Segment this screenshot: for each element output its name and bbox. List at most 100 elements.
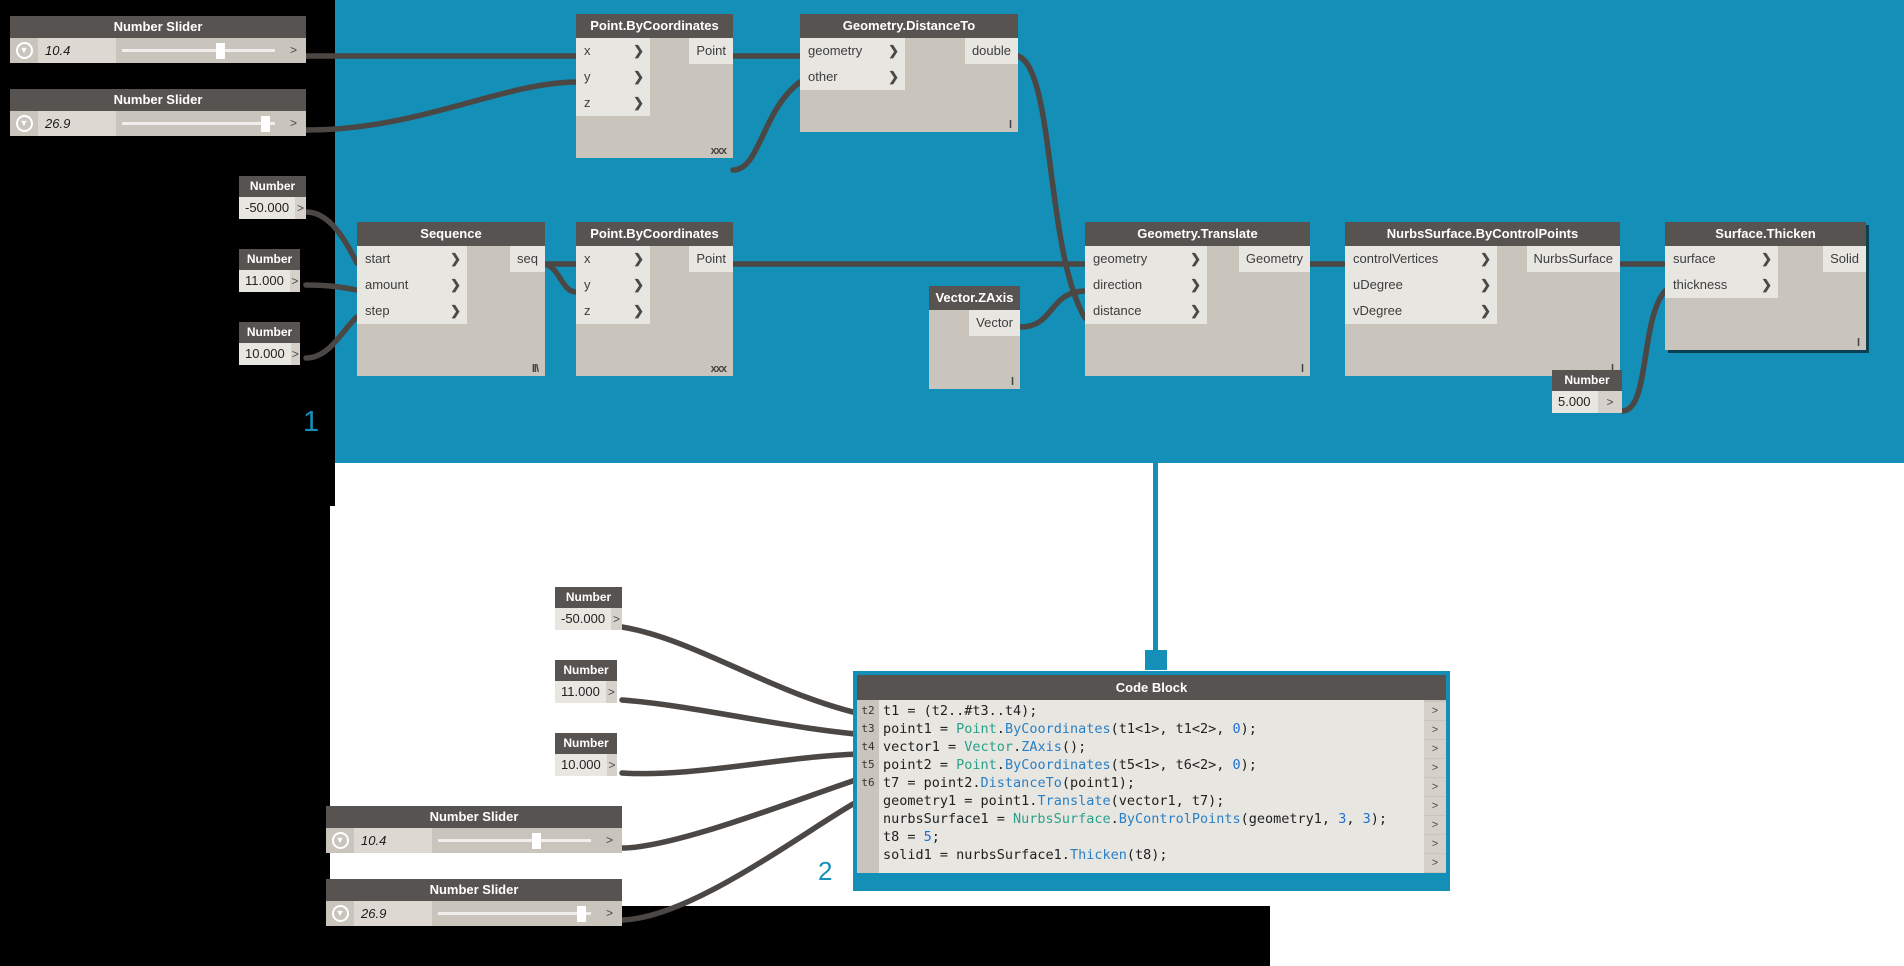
slider-track[interactable] bbox=[432, 901, 597, 926]
slider-thumb[interactable] bbox=[216, 43, 225, 59]
output-port-point[interactable]: Point bbox=[689, 246, 733, 272]
slider-track[interactable] bbox=[432, 828, 597, 853]
output-port[interactable]: > bbox=[597, 901, 622, 926]
number-slider-node-3[interactable]: Number Slider ▼ 10.4 > bbox=[326, 806, 622, 853]
input-port-geometry[interactable]: geometry ❯ bbox=[1085, 246, 1207, 272]
chevron-down-icon[interactable]: ▼ bbox=[326, 901, 354, 926]
input-port-other[interactable]: other ❯ bbox=[800, 64, 905, 90]
output-port[interactable]: > bbox=[606, 681, 617, 703]
number-value[interactable]: 10.000 bbox=[239, 343, 291, 365]
code-line[interactable]: solid1 = nurbsSurface1.Thicken(t8); bbox=[883, 846, 1424, 864]
code-output-port[interactable]: > bbox=[1424, 740, 1446, 758]
input-port-vdegree[interactable]: vDegree ❯ bbox=[1345, 298, 1497, 324]
output-port-geometry[interactable]: Geometry bbox=[1239, 246, 1310, 272]
code-editor[interactable]: t1 = (t2..#t3..t4);point1 = Point.ByCoor… bbox=[879, 700, 1424, 873]
output-port-vector[interactable]: Vector bbox=[969, 310, 1020, 336]
code-output-port[interactable]: > bbox=[1424, 721, 1446, 739]
node-nurbssurface-bycontrolpoints[interactable]: NurbsSurface.ByControlPoints controlVert… bbox=[1345, 222, 1620, 376]
input-port-surface[interactable]: surface ❯ bbox=[1665, 246, 1778, 272]
code-output-port[interactable]: > bbox=[1424, 797, 1446, 815]
output-port-seq[interactable]: seq bbox=[510, 246, 545, 272]
code-line[interactable]: point2 = Point.ByCoordinates(t5<1>, t6<2… bbox=[883, 756, 1424, 774]
output-port-double[interactable]: double bbox=[965, 38, 1018, 64]
output-port[interactable]: > bbox=[597, 828, 622, 853]
node-point-bycoordinates-1[interactable]: Point.ByCoordinates x ❯ y ❯ z ❯ Point xx… bbox=[576, 14, 733, 158]
input-port-amount[interactable]: amount ❯ bbox=[357, 272, 467, 298]
code-output-port[interactable]: > bbox=[1424, 702, 1446, 720]
number-node-top-1[interactable]: Number -50.000 > bbox=[239, 176, 306, 219]
node-point-bycoordinates-2[interactable]: Point.ByCoordinates x ❯ y ❯ z ❯ Point xx… bbox=[576, 222, 733, 376]
code-output-ports[interactable]: >>>>>>>>> bbox=[1424, 700, 1446, 873]
slider-thumb[interactable] bbox=[261, 116, 270, 132]
slider-value[interactable]: 26.9 bbox=[38, 111, 116, 136]
code-line[interactable]: t1 = (t2..#t3..t4); bbox=[883, 702, 1424, 720]
number-node-bottom-2[interactable]: Number 11.000 > bbox=[555, 660, 617, 703]
input-port-distance[interactable]: distance ❯ bbox=[1085, 298, 1207, 324]
input-port-y[interactable]: y ❯ bbox=[576, 272, 650, 298]
code-line[interactable]: point1 = Point.ByCoordinates(t1<1>, t1<2… bbox=[883, 720, 1424, 738]
number-value[interactable]: -50.000 bbox=[555, 608, 611, 630]
node-code-block[interactable]: Code Block t2t3t4t5t6 t1 = (t2..#t3..t4)… bbox=[853, 671, 1450, 891]
input-port-controlvertices[interactable]: controlVertices ❯ bbox=[1345, 246, 1497, 272]
input-port-geometry[interactable]: geometry ❯ bbox=[800, 38, 905, 64]
code-output-port[interactable]: > bbox=[1424, 778, 1446, 796]
output-port[interactable]: > bbox=[290, 270, 300, 292]
input-port-step[interactable]: step ❯ bbox=[357, 298, 467, 324]
input-port-z[interactable]: z ❯ bbox=[576, 298, 650, 324]
number-value[interactable]: 10.000 bbox=[555, 754, 607, 776]
number-node-top-3[interactable]: Number 10.000 > bbox=[239, 322, 300, 365]
code-line[interactable]: t7 = point2.DistanceTo(point1); bbox=[883, 774, 1424, 792]
chevron-down-icon[interactable]: ▼ bbox=[10, 38, 38, 63]
output-port[interactable]: > bbox=[295, 197, 306, 219]
slider-thumb[interactable] bbox=[532, 833, 541, 849]
number-node-bottom-1[interactable]: Number -50.000 > bbox=[555, 587, 622, 630]
output-port[interactable]: > bbox=[291, 343, 300, 365]
node-surface-thicken[interactable]: Surface.Thicken surface ❯ thickness ❯ So… bbox=[1665, 222, 1866, 350]
chevron-down-icon[interactable]: ▼ bbox=[10, 111, 38, 136]
node-vector-zaxis[interactable]: Vector.ZAxis Vector l bbox=[929, 286, 1020, 389]
number-slider-node-1[interactable]: Number Slider ▼ 10.4 > bbox=[10, 16, 306, 63]
input-port-thickness[interactable]: thickness ❯ bbox=[1665, 272, 1778, 298]
slider-thumb[interactable] bbox=[577, 906, 586, 922]
chevron-down-icon[interactable]: ▼ bbox=[326, 828, 354, 853]
number-slider-node-2[interactable]: Number Slider ▼ 26.9 > bbox=[10, 89, 306, 136]
output-port-point[interactable]: Point bbox=[689, 38, 733, 64]
number-node-bottom-3[interactable]: Number 10.000 > bbox=[555, 733, 617, 776]
input-port-x[interactable]: x ❯ bbox=[576, 38, 650, 64]
input-port-x[interactable]: x ❯ bbox=[576, 246, 650, 272]
output-port-solid[interactable]: Solid bbox=[1823, 246, 1866, 272]
output-port[interactable]: > bbox=[281, 111, 306, 136]
slider-track[interactable] bbox=[116, 38, 281, 63]
input-port-y[interactable]: y ❯ bbox=[576, 64, 650, 90]
input-port-udegree[interactable]: uDegree ❯ bbox=[1345, 272, 1497, 298]
number-value[interactable]: -50.000 bbox=[239, 197, 295, 219]
code-line[interactable]: vector1 = Vector.ZAxis(); bbox=[883, 738, 1424, 756]
number-value[interactable]: 5.000 bbox=[1552, 391, 1598, 413]
number-node-thickness[interactable]: Number 5.000 > bbox=[1552, 370, 1622, 413]
code-output-port[interactable]: > bbox=[1424, 816, 1446, 834]
code-line[interactable]: geometry1 = point1.Translate(vector1, t7… bbox=[883, 792, 1424, 810]
slider-value[interactable]: 10.4 bbox=[354, 828, 432, 853]
code-line[interactable]: nurbsSurface1 = NurbsSurface.ByControlPo… bbox=[883, 810, 1424, 828]
node-geometry-distanceto[interactable]: Geometry.DistanceTo geometry ❯ other ❯ d… bbox=[800, 14, 1018, 132]
output-port[interactable]: > bbox=[611, 608, 622, 630]
input-port-z[interactable]: z ❯ bbox=[576, 90, 650, 116]
output-port-nurbssurface[interactable]: NurbsSurface bbox=[1527, 246, 1620, 272]
output-port[interactable]: > bbox=[607, 754, 617, 776]
number-slider-node-4[interactable]: Number Slider ▼ 26.9 > bbox=[326, 879, 622, 926]
number-value[interactable]: 11.000 bbox=[555, 681, 606, 703]
code-output-port[interactable]: > bbox=[1424, 835, 1446, 853]
code-line[interactable]: t8 = 5; bbox=[883, 828, 1424, 846]
input-port-start[interactable]: start ❯ bbox=[357, 246, 467, 272]
node-sequence[interactable]: Sequence start ❯ amount ❯ step ❯ seq ll\ bbox=[357, 222, 545, 376]
code-output-port[interactable]: > bbox=[1424, 854, 1446, 872]
input-port-direction[interactable]: direction ❯ bbox=[1085, 272, 1207, 298]
node-geometry-translate[interactable]: Geometry.Translate geometry ❯ direction … bbox=[1085, 222, 1310, 376]
slider-track[interactable] bbox=[116, 111, 281, 136]
output-port[interactable]: > bbox=[1598, 391, 1622, 413]
code-output-port[interactable]: > bbox=[1424, 759, 1446, 777]
number-value[interactable]: 11.000 bbox=[239, 270, 290, 292]
output-port[interactable]: > bbox=[281, 38, 306, 63]
slider-value[interactable]: 10.4 bbox=[38, 38, 116, 63]
number-node-top-2[interactable]: Number 11.000 > bbox=[239, 249, 300, 292]
